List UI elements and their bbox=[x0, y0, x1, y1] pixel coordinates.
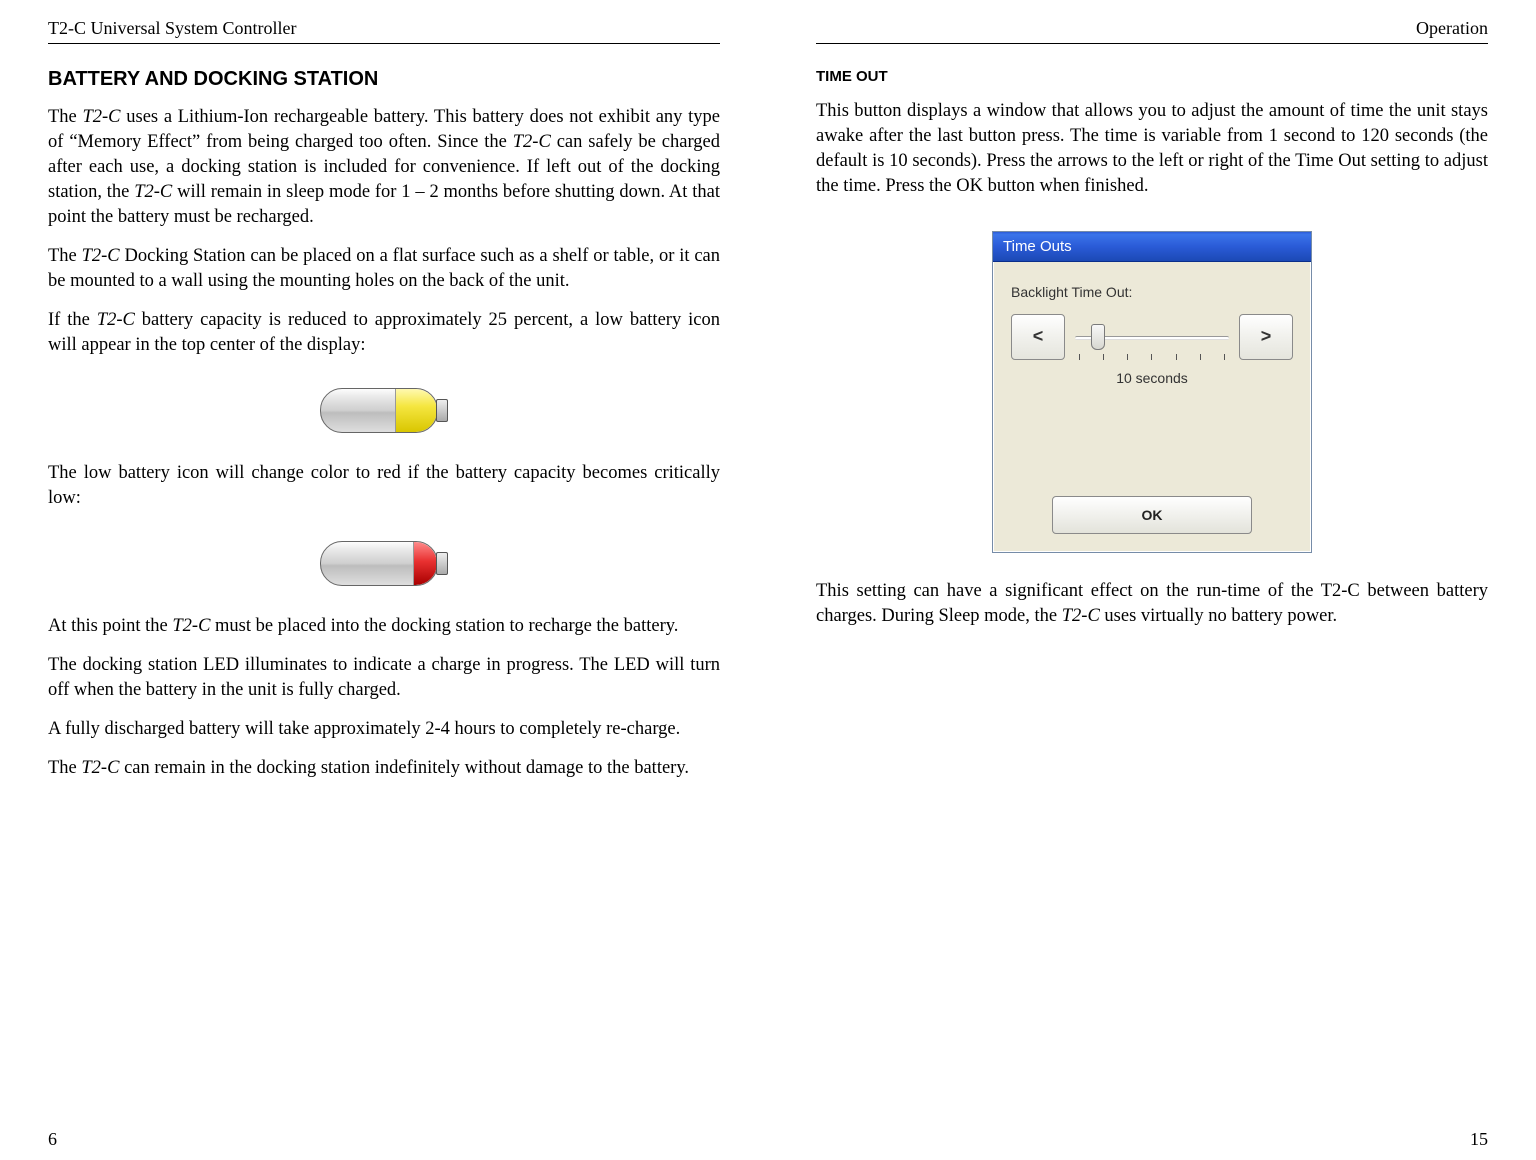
arrow-left-button[interactable]: < bbox=[1011, 314, 1065, 360]
dialog-body: Backlight Time Out: < > 10 seconds OK bbox=[993, 262, 1311, 552]
paragraph: A fully discharged battery will take app… bbox=[48, 717, 720, 742]
paragraph: This setting can have a significant effe… bbox=[816, 579, 1488, 629]
header-left: T2-C Universal System Controller bbox=[48, 18, 296, 39]
paragraph: The T2-C Docking Station can be placed o… bbox=[48, 244, 720, 294]
battery-yellow-icon bbox=[48, 388, 720, 433]
timeout-dialog-wrap: Time Outs Backlight Time Out: < > 10 sec… bbox=[816, 231, 1488, 553]
sub-heading: TIME OUT bbox=[816, 68, 1488, 85]
paragraph: At this point the T2-C must be placed in… bbox=[48, 614, 720, 639]
arrow-right-button[interactable]: > bbox=[1239, 314, 1293, 360]
paragraph: If the T2-C battery capacity is reduced … bbox=[48, 308, 720, 358]
right-page: Operation TIME OUT This button displays … bbox=[768, 0, 1536, 1160]
paragraph: The docking station LED illuminates to i… bbox=[48, 653, 720, 703]
timeout-slider[interactable] bbox=[1075, 314, 1229, 360]
header-row: Operation bbox=[816, 18, 1488, 44]
backlight-label: Backlight Time Out: bbox=[1011, 284, 1293, 300]
slider-thumb[interactable] bbox=[1091, 324, 1105, 350]
page-number: 6 bbox=[48, 1129, 57, 1150]
left-page: T2-C Universal System Controller BATTERY… bbox=[0, 0, 768, 1160]
header-row: T2-C Universal System Controller bbox=[48, 18, 720, 44]
battery-red-icon bbox=[48, 541, 720, 586]
header-right: Operation bbox=[1416, 18, 1488, 39]
seconds-value: 10 seconds bbox=[1011, 370, 1293, 386]
paragraph: The T2-C can remain in the docking stati… bbox=[48, 756, 720, 781]
paragraph: The low battery icon will change color t… bbox=[48, 461, 720, 511]
section-heading: BATTERY AND DOCKING STATION bbox=[48, 68, 720, 91]
paragraph: This button displays a window that allow… bbox=[816, 99, 1488, 199]
paragraph: The T2-C uses a Lithium-Ion rechargeable… bbox=[48, 105, 720, 230]
ok-button[interactable]: OK bbox=[1052, 496, 1252, 534]
slider-row: < > bbox=[1011, 314, 1293, 360]
page-number: 15 bbox=[1470, 1129, 1488, 1150]
dialog-titlebar: Time Outs bbox=[993, 232, 1311, 262]
timeout-dialog: Time Outs Backlight Time Out: < > 10 sec… bbox=[992, 231, 1312, 553]
